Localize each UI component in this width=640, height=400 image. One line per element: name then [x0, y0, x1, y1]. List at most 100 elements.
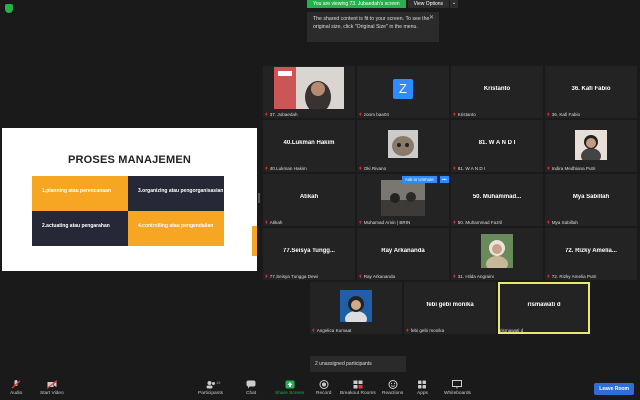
slide-edge-accent	[252, 226, 257, 256]
participant-tile[interactable]: 72. Rizky Amelia... ǂ 72. Rizky Amelia Pu…	[545, 228, 637, 280]
apps-icon	[418, 380, 427, 389]
mic-muted-icon: ǂ	[453, 112, 456, 117]
participant-tile[interactable]: Kristanto ǂ Kristanto	[451, 66, 543, 118]
participant-display-name: 40.Lukman Hakim	[283, 140, 335, 146]
participant-display-name: Kristanto	[483, 86, 511, 92]
more-options-button[interactable]: •••	[440, 176, 449, 183]
breakout-rooms-button[interactable]: Breakout Rooms	[340, 380, 376, 396]
participant-name: Oki Rivano	[363, 166, 387, 171]
participant-tile[interactable]: Mya Sabillah ǂ Mya Sabillah	[545, 174, 637, 226]
breakout-rooms-label: Breakout Rooms	[340, 391, 376, 396]
participant-tile[interactable]: ǂ 31. Hilda Angraini	[451, 228, 543, 280]
participant-name: 31. Hilda Angraini	[457, 274, 494, 279]
audio-button[interactable]: Audio	[10, 380, 22, 396]
participants-button[interactable]: Participants 19	[198, 380, 223, 396]
whiteboards-button[interactable]: Whiteboards	[444, 380, 471, 396]
mic-muted-icon: ǂ	[359, 274, 362, 279]
participant-tile[interactable]: Ray Arkananda ǂ Ray Arkananda	[357, 228, 449, 280]
participant-tile[interactable]: 77.Seisya Tungg... ǂ 77.Seisya Tungga Dew…	[263, 228, 355, 280]
slide-title: PROSES MANAJEMEN	[68, 154, 191, 166]
mic-muted-icon: ǂ	[547, 166, 550, 171]
meeting-toolbar: Audio Start Video Participants 19 Chat S…	[0, 377, 640, 400]
participant-display-name: 81. W A N D I	[478, 140, 516, 146]
participant-tile[interactable]: 81. W A N D I ǂ 81. W A N D I	[451, 120, 543, 172]
mic-muted-icon: ǂ	[547, 112, 550, 117]
whiteboards-label: Whiteboards	[444, 391, 471, 396]
apps-button[interactable]: Apps	[417, 380, 428, 396]
whiteboard-icon	[452, 380, 463, 389]
fit-screen-tooltip: The shared content is fit to your screen…	[307, 12, 439, 42]
leave-room-button[interactable]: Leave Room	[594, 383, 634, 395]
chat-icon	[246, 380, 256, 389]
share-screen-label: Share Screen	[275, 391, 305, 396]
participant-tile[interactable]: 40.Lukman Hakim ǂ 40.Lukman Hakim	[263, 120, 355, 172]
participant-display-name: Mya Sabillah	[572, 194, 610, 200]
participant-tile[interactable]: 50. Muhammad... ǂ 50. Muhammad Fazril	[451, 174, 543, 226]
splitter-handle[interactable]	[258, 193, 260, 203]
participant-name: Atikah	[269, 220, 283, 225]
shared-screen: PROSES MANAJEMEN 1.planning atau perenca…	[2, 128, 257, 271]
record-button[interactable]: Record	[316, 380, 331, 396]
participant-tile[interactable]: ǂ 37. Jubaedah	[263, 66, 355, 118]
security-shield-icon[interactable]	[5, 4, 13, 13]
participant-name: 81. W A N D I	[457, 166, 486, 171]
start-video-label: Start Video	[40, 391, 64, 396]
mic-muted-icon: ǂ	[453, 220, 456, 225]
participant-name: Angelica Kumaat	[316, 328, 352, 333]
participant-name: 72. Rizky Amelia Putri	[551, 274, 597, 279]
chat-label: Chat	[246, 391, 257, 396]
participant-tile[interactable]: Atikah ǂ Atikah	[263, 174, 355, 226]
participants-label: Participants	[198, 391, 224, 396]
participant-name: Indira Medhiana Putri	[551, 166, 596, 171]
participant-tile[interactable]: ǂ Angelica Kumaat	[310, 282, 402, 334]
participant-display-name: 77.Seisya Tungg...	[283, 248, 335, 254]
share-screen-button[interactable]: Share Screen	[275, 380, 304, 396]
participant-name: Kristanto	[457, 112, 476, 117]
share-screen-icon	[285, 380, 295, 389]
microphone-muted-icon	[11, 380, 21, 389]
participant-name: 40.Lukman Hakim	[269, 166, 307, 171]
close-icon[interactable]: ✕	[429, 14, 434, 22]
participant-display-name: 50. Muhammad...	[472, 194, 522, 200]
participant-name: zoom baa04	[363, 112, 389, 117]
view-options-button[interactable]: View Options	[407, 0, 450, 8]
video-thumbnail	[274, 67, 344, 109]
record-label: Record	[316, 391, 332, 396]
participant-display-name: 36. Kafi Fabio	[571, 86, 611, 92]
participant-name: 37. Jubaedah	[269, 112, 298, 117]
profile-photo	[340, 290, 372, 322]
tooltip-text: The shared content is fit to your screen…	[313, 16, 430, 30]
participant-name: 36. Kafi Fabio	[551, 112, 581, 117]
ask-to-unmute-button[interactable]: Ask to Unmute	[402, 176, 437, 183]
mic-muted-icon: ǂ	[265, 112, 268, 117]
reactions-button[interactable]: Reactions	[382, 380, 403, 396]
participant-display-name: febi gebi monika	[426, 302, 474, 308]
participants-count: 19	[216, 380, 221, 385]
mic-muted-icon: ǂ	[359, 112, 362, 117]
camera-off-icon	[46, 380, 57, 389]
start-video-button[interactable]: Start Video	[40, 380, 64, 396]
reactions-label: Reactions	[382, 391, 404, 396]
participant-tile[interactable]: ǂ Oki Rivano	[357, 120, 449, 172]
mic-muted-icon: ǂ	[547, 274, 550, 279]
zoom-meeting-window: { "top": { "viewing": "You are viewing 7…	[0, 0, 640, 400]
participant-tile-active-speaker[interactable]: rismawati d rismawati d	[498, 282, 590, 334]
chat-button[interactable]: Chat	[246, 380, 256, 396]
participant-name: Mya Sabillah	[551, 220, 578, 225]
participant-name: Ray Arkananda	[363, 274, 396, 279]
participant-name: febi gebi monika	[410, 328, 445, 333]
audio-label: Audio	[10, 391, 23, 396]
chevron-down-icon[interactable]: ⌄	[450, 0, 459, 8]
slide-cell-controlling: 4.controlling atau pengendalian	[128, 211, 224, 246]
mic-muted-icon: ǂ	[406, 328, 409, 333]
slide-cell-planning: 1.planning atau perencanaan	[32, 176, 128, 211]
cat-avatar-image	[388, 130, 418, 158]
participant-tile[interactable]: febi gebi monika ǂ febi gebi monika	[404, 282, 496, 334]
participant-tile[interactable]: Z ǂ zoom baa04	[357, 66, 449, 118]
participant-tile[interactable]: ǂ Indira Medhiana Putri	[545, 120, 637, 172]
participant-tile[interactable]: 36. Kafi Fabio ǂ 36. Kafi Fabio	[545, 66, 637, 118]
mic-muted-icon: ǂ	[265, 166, 268, 171]
profile-photo	[575, 130, 607, 160]
mic-muted-icon: ǂ	[265, 274, 268, 279]
unassigned-participants-bar[interactable]: 2 unassigned participants	[310, 356, 406, 372]
